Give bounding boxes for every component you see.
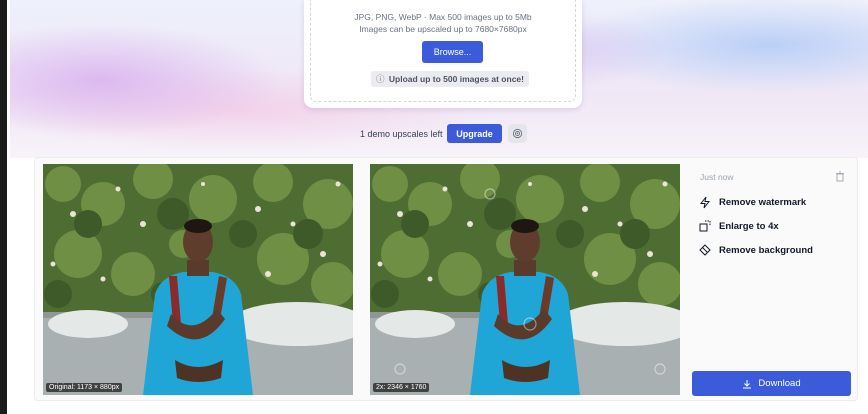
original-dimensions-label: Original: 1173 × 880px (46, 383, 123, 392)
browse-button[interactable]: Browse... (422, 41, 483, 63)
max-size-text: Images can be upscaled up to 7680×7680px (359, 24, 527, 34)
upscaled-photo (370, 164, 680, 395)
original-photo (43, 164, 353, 395)
supported-formats-text: JPG, PNG, WebP · Max 500 images up to 5M… (354, 12, 532, 22)
demo-status-bar: 1 demo upscales left Upgrade (0, 124, 868, 144)
original-image[interactable]: Original: 1173 × 880px (43, 164, 353, 395)
settings-button[interactable] (508, 124, 527, 143)
timestamp: Just now (700, 172, 734, 182)
demo-credits-text: 1 demo upscales left (360, 129, 443, 139)
bulk-upload-text: Upload up to 500 images at once! (388, 74, 524, 84)
delete-button[interactable] (834, 170, 846, 182)
eraser-icon (699, 244, 711, 256)
info-icon: ⓘ (376, 74, 385, 84)
dropzone-border: JPG, PNG, WebP · Max 500 images up to 5M… (310, 0, 576, 102)
trash-icon (836, 171, 844, 182)
actions-panel: Just now Remove watermark Enlarge to 4x (692, 158, 857, 400)
upload-dropzone[interactable]: JPG, PNG, WebP · Max 500 images up to 5M… (304, 0, 582, 108)
remove-background-button[interactable]: Remove background (699, 242, 813, 258)
remove-background-label: Remove background (719, 244, 813, 256)
enlarge-4x-label: Enlarge to 4x (719, 220, 779, 232)
download-label: Download (758, 378, 801, 389)
bulk-upload-notice: ⓘ Upload up to 500 images at once! (371, 71, 529, 87)
lightning-icon (699, 196, 711, 208)
upgrade-button[interactable]: Upgrade (447, 124, 502, 143)
upscaled-dimensions-label: 2x: 2346 × 1760 (373, 383, 430, 392)
remove-watermark-button[interactable]: Remove watermark (699, 194, 806, 210)
enlarge-icon (699, 220, 711, 232)
upscaled-image[interactable]: 2x: 2346 × 1760 (370, 164, 680, 395)
remove-watermark-label: Remove watermark (719, 196, 807, 208)
settings-icon (512, 128, 523, 139)
result-card: Original: 1173 × 880px 2x: 2346 × 1760 J… (34, 157, 858, 401)
download-icon (743, 379, 752, 388)
enlarge-4x-button[interactable]: Enlarge to 4x (699, 218, 779, 234)
download-button[interactable]: Download (692, 371, 851, 396)
window-left-edge (0, 0, 10, 414)
